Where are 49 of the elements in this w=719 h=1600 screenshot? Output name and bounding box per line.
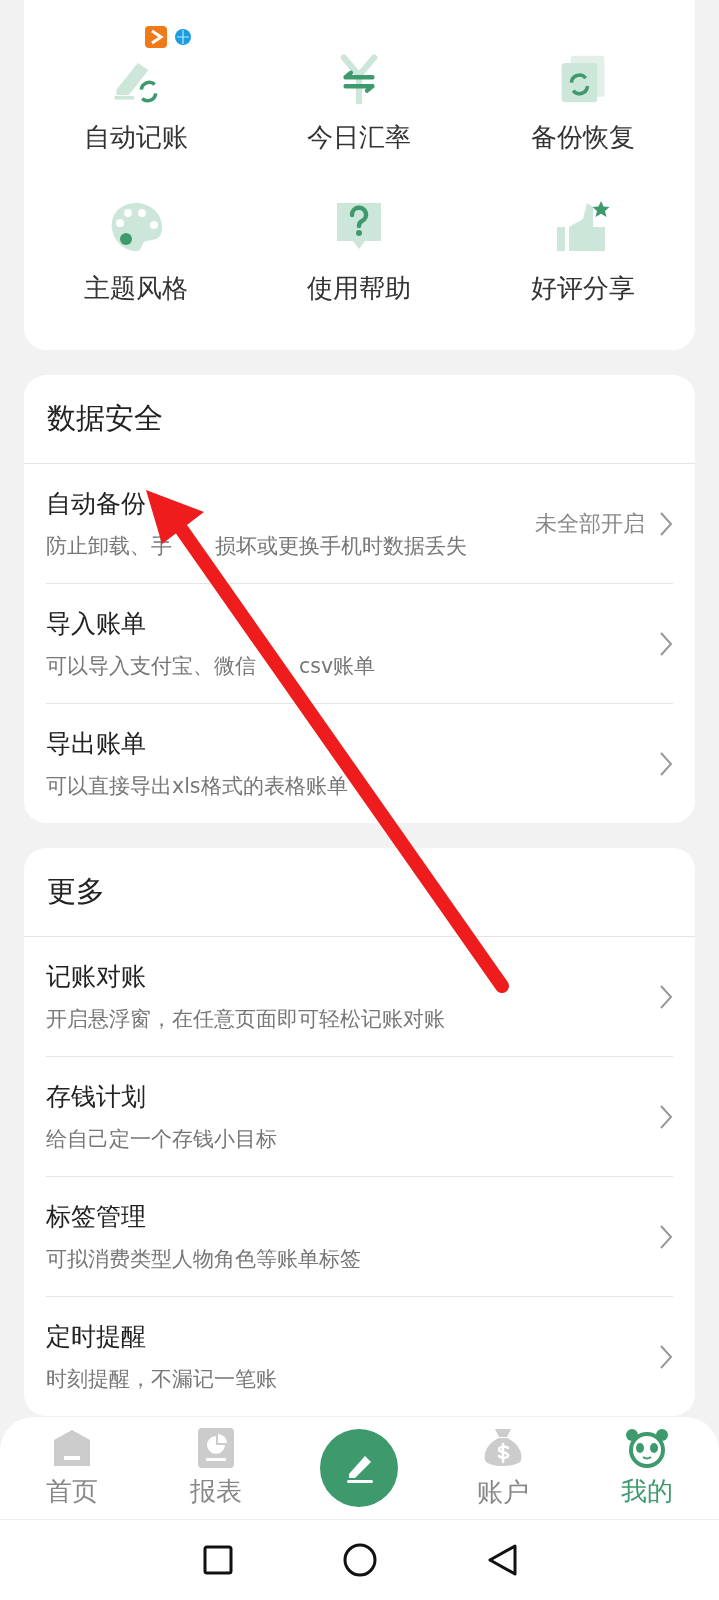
chevron-right-icon bbox=[659, 1103, 673, 1130]
row-subtitle: 可拟消费类型人物角色等账单标签 bbox=[46, 1246, 362, 1273]
row-subtitle: 损坏或更换手机时数据丢失 bbox=[215, 533, 468, 560]
row-title: 存钱计划 bbox=[46, 1081, 147, 1113]
nav-tab[interactable]: 首页 bbox=[0, 1427, 144, 1509]
tool-label[interactable]: 备份恢复 bbox=[531, 120, 636, 155]
row-title: 定时提醒 bbox=[46, 1321, 147, 1353]
chevron-right-icon bbox=[659, 630, 673, 657]
row-status: 未全部开启 bbox=[535, 509, 645, 538]
row-subtitle: 开启悬浮窗，在任意页面即可轻松记账对账 bbox=[46, 1006, 446, 1033]
tool-label[interactable]: 使用帮助 bbox=[307, 271, 412, 306]
money-bag-icon bbox=[483, 1426, 524, 1469]
settings-row[interactable]: 存钱计划 给自己定一个存钱小目标 bbox=[46, 1056, 673, 1176]
tool-label[interactable]: 主题风格 bbox=[83, 271, 188, 306]
report-chart-icon bbox=[197, 1427, 234, 1468]
tool-label[interactable]: 今日汇率 bbox=[307, 120, 412, 155]
globe-badge-icon bbox=[175, 29, 191, 45]
row-title: 导出账单 bbox=[46, 728, 147, 760]
section-title: 数据安全 bbox=[24, 375, 695, 464]
settings-row[interactable]: 导出账单 可以直接导出xls格式的表格账单 bbox=[46, 703, 673, 823]
panda-icon bbox=[625, 1427, 670, 1468]
chevron-right-icon bbox=[659, 1343, 673, 1370]
home-icon bbox=[51, 1427, 92, 1468]
row-subtitle: 可以导入支付宝、微信 bbox=[46, 653, 256, 680]
chevron-right-icon bbox=[659, 983, 673, 1010]
chevron-right-icon bbox=[659, 750, 673, 777]
row-subtitle: csv账单 bbox=[299, 653, 376, 680]
chevron-right-icon bbox=[659, 1223, 673, 1250]
row-title: 记账对账 bbox=[46, 961, 147, 993]
nav-tab[interactable]: 账户 bbox=[431, 1426, 576, 1510]
tool-label[interactable]: 自动记账 bbox=[83, 120, 188, 155]
section-title: 更多 bbox=[24, 848, 695, 937]
row-title: 自动备份 bbox=[46, 488, 147, 520]
settings-row[interactable]: 定时提醒 时刻提醒，不漏记一笔账 bbox=[46, 1296, 673, 1416]
row-subtitle: 给自己定一个存钱小目标 bbox=[46, 1126, 278, 1153]
recents-button-icon[interactable] bbox=[202, 1545, 233, 1575]
row-subtitle: 可以直接导出xls格式的表格账单 bbox=[46, 773, 349, 800]
chevron-right-icon bbox=[659, 510, 673, 537]
tool-label[interactable]: 好评分享 bbox=[531, 271, 636, 306]
settings-row[interactable]: 标签管理 可拟消费类型人物角色等账单标签 bbox=[46, 1176, 673, 1296]
row-title: 标签管理 bbox=[46, 1201, 147, 1233]
nav-tab[interactable]: 报表 bbox=[143, 1427, 288, 1509]
row-title: 导入账单 bbox=[46, 608, 147, 640]
row-subtitle: 时刻提醒，不漏记一笔账 bbox=[46, 1366, 278, 1393]
settings-row[interactable]: 导入账单 可以导入支付宝、微信 csv账单 bbox=[46, 583, 673, 703]
settings-row[interactable]: 记账对账 开启悬浮窗，在任意页面即可轻松记账对账 bbox=[46, 937, 673, 1056]
play-badge-icon bbox=[145, 26, 167, 48]
back-button-icon[interactable] bbox=[486, 1544, 517, 1576]
home-button-icon[interactable] bbox=[342, 1543, 377, 1577]
